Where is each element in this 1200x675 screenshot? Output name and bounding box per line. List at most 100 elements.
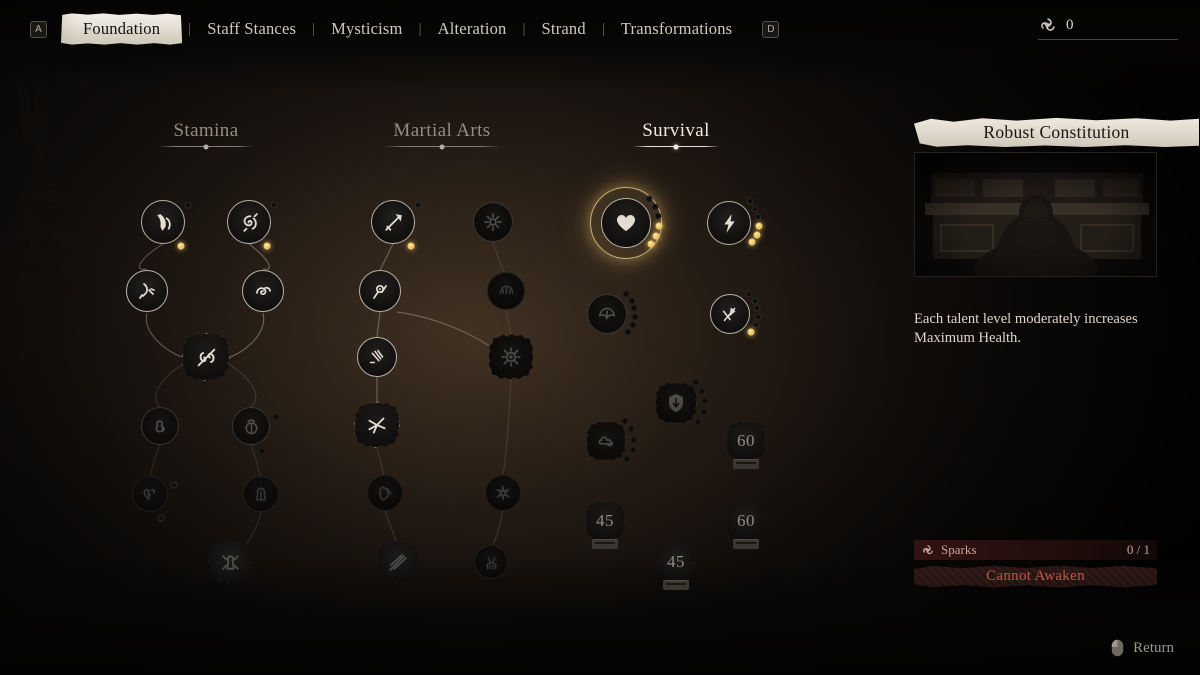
talent-node-mar-11[interactable] bbox=[474, 545, 508, 579]
torch-strike-icon bbox=[139, 283, 155, 299]
pip-empty bbox=[692, 378, 700, 386]
talent-node-sta-2[interactable] bbox=[227, 200, 278, 250]
node-frame bbox=[357, 337, 397, 377]
node-frame bbox=[367, 475, 403, 511]
node-frame bbox=[710, 294, 750, 334]
node-frame bbox=[208, 540, 252, 584]
talent-node-sta-1[interactable] bbox=[141, 200, 192, 250]
column-header-stamina[interactable]: Stamina bbox=[158, 120, 254, 149]
column-rule bbox=[158, 144, 254, 149]
talent-node-sta-8[interactable] bbox=[132, 476, 178, 522]
talent-node-mar-10[interactable] bbox=[485, 475, 521, 511]
talent-node-mar-4[interactable] bbox=[354, 402, 400, 448]
pip-empty bbox=[628, 297, 636, 305]
talent-node-sta-5[interactable] bbox=[182, 333, 230, 381]
starburst-strike-icon bbox=[496, 485, 510, 501]
column-title: Survival bbox=[642, 120, 710, 141]
pip-filled bbox=[177, 242, 185, 250]
column-header-survival[interactable]: Survival bbox=[633, 120, 719, 149]
prev-tab-key[interactable]: A bbox=[30, 20, 47, 38]
column-marker-dot bbox=[673, 144, 679, 149]
talent-node-sur-2[interactable] bbox=[707, 197, 763, 246]
pip-empty bbox=[746, 197, 754, 205]
tab-alteration[interactable]: Alteration bbox=[424, 14, 521, 44]
node-frame bbox=[586, 421, 626, 461]
tab-foundation[interactable]: Foundation bbox=[61, 13, 182, 44]
tab-label: Foundation bbox=[83, 19, 161, 38]
awaken-button[interactable]: Cannot Awaken bbox=[914, 565, 1157, 588]
pip-empty bbox=[754, 313, 762, 321]
pip-empty bbox=[623, 455, 631, 463]
spark-icon bbox=[923, 545, 933, 555]
pip-empty bbox=[414, 201, 422, 209]
talent-node-mar-5[interactable] bbox=[367, 475, 403, 511]
talent-node-sur-4[interactable] bbox=[710, 290, 762, 336]
return-control[interactable]: Return bbox=[1111, 639, 1174, 657]
talent-node-mar-3[interactable] bbox=[357, 337, 397, 377]
node-frame bbox=[707, 201, 751, 245]
twin-wings-icon bbox=[598, 307, 616, 320]
talent-node-mar-9[interactable] bbox=[488, 334, 534, 380]
talent-node-sta-7[interactable] bbox=[232, 407, 280, 455]
talent-node-lock-2[interactable]: 45 bbox=[585, 501, 625, 549]
sparks-label: Sparks bbox=[941, 542, 977, 557]
pip-empty bbox=[629, 321, 637, 329]
gourd-flame-icon bbox=[155, 420, 165, 432]
pip-empty bbox=[698, 387, 706, 395]
talent-node-sta-9[interactable] bbox=[243, 476, 279, 512]
half-wheel-icon bbox=[499, 285, 513, 294]
solar-spiral-icon bbox=[501, 347, 521, 367]
level-lock-node: 60 bbox=[726, 501, 766, 541]
wind-curl-icon bbox=[256, 286, 271, 295]
tab-strand[interactable]: Strand bbox=[528, 14, 600, 44]
talent-node-sta-10[interactable] bbox=[208, 540, 252, 584]
talent-node-mar-6[interactable] bbox=[377, 541, 419, 583]
sparks-cost-row: Sparks 0 / 1 bbox=[914, 540, 1157, 560]
pinwheel-staff-icon bbox=[368, 417, 386, 434]
node-frame bbox=[141, 407, 179, 445]
talent-node-lock-3[interactable]: 60 bbox=[726, 501, 766, 549]
level-lock-node: 60 bbox=[726, 421, 766, 461]
column-title: Martial Arts bbox=[393, 120, 491, 141]
level-lock-node: 45 bbox=[585, 501, 625, 541]
tab-mysticism[interactable]: Mysticism bbox=[317, 14, 416, 44]
column-header-martial-arts[interactable]: Martial Arts bbox=[383, 120, 501, 149]
talent-node-mar-8[interactable] bbox=[487, 272, 525, 310]
pip-filled bbox=[652, 232, 660, 240]
talent-node-mar-1[interactable] bbox=[371, 200, 422, 250]
tab-separator: | bbox=[312, 20, 316, 37]
heart-icon bbox=[616, 215, 636, 232]
tab-list: Foundation | Staff Stances | Mysticism | Alter… bbox=[57, 13, 746, 45]
top-navigation: A Foundation | Staff Stances | Mysticism | Alt… bbox=[0, 0, 1200, 58]
node-frame bbox=[473, 202, 513, 242]
talent-node-sur-3[interactable] bbox=[587, 290, 639, 336]
next-tab-key[interactable]: D bbox=[762, 20, 780, 38]
talent-node-sta-6[interactable] bbox=[141, 407, 179, 445]
talent-node-sur-5[interactable] bbox=[655, 378, 709, 426]
return-label: Return bbox=[1133, 639, 1174, 656]
talent-node-mar-7[interactable] bbox=[473, 202, 513, 242]
tab-staff-stances[interactable]: Staff Stances bbox=[193, 14, 310, 44]
talent-node-sta-3[interactable] bbox=[126, 270, 168, 312]
tab-label: Transformations bbox=[620, 19, 733, 38]
talent-node-mar-2[interactable] bbox=[359, 270, 401, 312]
slash-trio-icon bbox=[369, 349, 384, 364]
blade-fan-icon bbox=[722, 307, 736, 322]
node-frame bbox=[587, 294, 627, 334]
talent-node-lock-4[interactable]: 45 bbox=[656, 542, 696, 590]
radiant-wheel-icon bbox=[483, 212, 503, 232]
talent-node-lock-1[interactable]: 60 bbox=[726, 421, 766, 469]
node-frame bbox=[354, 402, 400, 448]
talent-node-sta-4[interactable] bbox=[242, 270, 284, 312]
cloud-seal-icon bbox=[598, 436, 614, 447]
cloak-figure-icon bbox=[256, 487, 266, 501]
node-frame bbox=[242, 270, 284, 312]
talent-node-sur-1[interactable] bbox=[574, 171, 678, 275]
pip-empty bbox=[752, 321, 760, 329]
lock-pedestal bbox=[592, 539, 618, 549]
pip-empty bbox=[258, 447, 266, 455]
tab-transformations[interactable]: Transformations bbox=[607, 14, 746, 44]
node-frame bbox=[227, 200, 271, 244]
talent-node-sur-6[interactable] bbox=[586, 417, 638, 463]
pip-empty bbox=[654, 212, 662, 220]
